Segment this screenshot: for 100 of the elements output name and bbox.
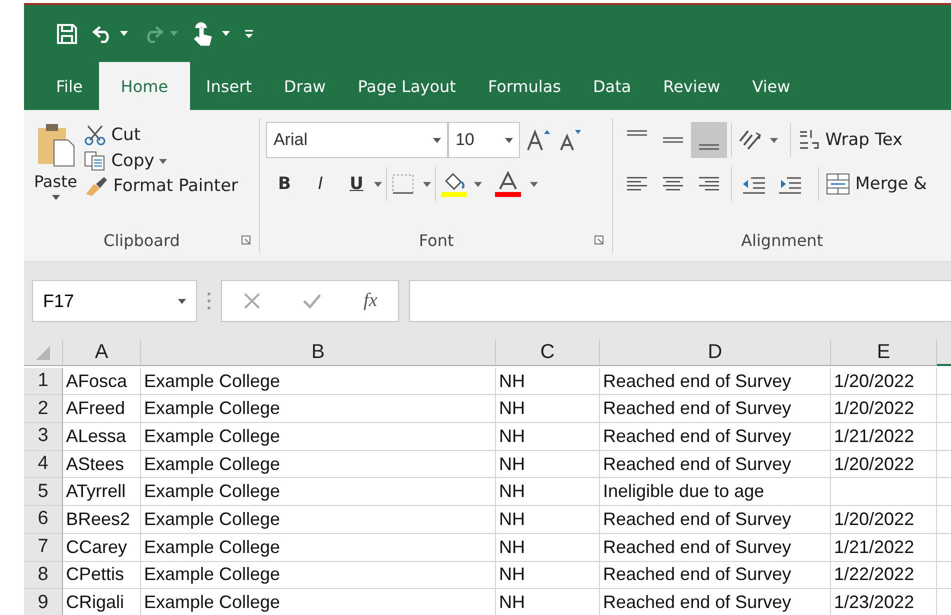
copy-icon xyxy=(84,151,106,171)
table-cell: 1/21/2022 xyxy=(831,534,937,562)
grow-font-icon[interactable] xyxy=(526,128,552,152)
caret-icon[interactable] xyxy=(474,182,482,186)
column-header[interactable] xyxy=(937,340,951,366)
table-cell: Reached end of Survey xyxy=(600,562,831,590)
align-icon xyxy=(698,144,720,150)
name-box[interactable]: F17 xyxy=(32,280,197,322)
italic-button[interactable]: I xyxy=(302,166,338,202)
triangle-icon xyxy=(36,346,50,360)
caret-icon[interactable] xyxy=(178,298,186,304)
save-icon[interactable] xyxy=(56,22,78,44)
font-color-icon[interactable] xyxy=(494,171,522,197)
row-header[interactable]: 1 xyxy=(24,368,63,396)
table-cell: Example College xyxy=(141,534,496,562)
ribbon-tab[interactable]: Insert xyxy=(190,62,268,110)
bold-button[interactable]: B xyxy=(266,166,302,202)
column-header[interactable]: B xyxy=(141,340,496,366)
font-size-field[interactable]: 10 xyxy=(448,122,520,158)
table-cell: ATyrrell xyxy=(63,478,141,506)
ribbon-tab[interactable]: View xyxy=(736,62,806,110)
row-header[interactable]: 9 xyxy=(24,589,63,615)
table-cell: Example College xyxy=(141,368,496,396)
copy-button[interactable]: Copy xyxy=(81,149,242,173)
column-header[interactable]: C xyxy=(496,340,600,366)
merge-button[interactable]: Merge & xyxy=(823,171,930,197)
table-cell: Ineligible due to age xyxy=(600,478,831,506)
table-cell: Reached end of Survey xyxy=(600,450,831,478)
wrap-text-button[interactable]: Wrap Tex xyxy=(795,127,906,153)
caret-icon[interactable] xyxy=(222,31,230,36)
caret-icon[interactable] xyxy=(52,195,60,200)
caret-icon[interactable] xyxy=(505,138,514,142)
row-header[interactable]: 3 xyxy=(24,423,63,451)
touch-icon[interactable] xyxy=(192,22,212,46)
caret-icon[interactable] xyxy=(159,158,168,164)
format-painter-button[interactable]: Format Painter xyxy=(81,174,242,198)
fill-color-icon[interactable] xyxy=(440,171,468,197)
table-cell: Reached end of Survey xyxy=(600,506,831,534)
merge-icon xyxy=(826,173,850,195)
dialog-launcher-icon[interactable] xyxy=(241,235,252,245)
ribbon-tab[interactable]: Formulas xyxy=(472,62,577,110)
dialog-launcher-icon[interactable] xyxy=(594,235,604,245)
table-cell: NH xyxy=(496,534,600,562)
table-cell: Reached end of Survey xyxy=(600,534,831,562)
column-header[interactable]: E xyxy=(831,340,937,366)
caret-icon[interactable] xyxy=(423,182,432,186)
ribbon-tab[interactable]: Home xyxy=(98,62,190,110)
ribbon-tab[interactable]: Draw xyxy=(268,62,342,110)
table-cell: AFosca xyxy=(63,368,141,396)
row-header[interactable]: 4 xyxy=(24,450,63,478)
caret-icon[interactable] xyxy=(374,182,382,186)
row-header[interactable]: 7 xyxy=(24,534,63,562)
column-header[interactable]: A xyxy=(63,340,141,366)
grip-icon xyxy=(207,291,211,311)
ribbon-tab[interactable]: Review xyxy=(647,62,736,110)
caret-icon[interactable] xyxy=(530,182,538,186)
row-header[interactable]: 5 xyxy=(24,478,63,506)
check-icon[interactable] xyxy=(302,293,322,309)
underline-button[interactable]: U xyxy=(338,166,374,202)
table-cell: AFreed xyxy=(63,395,141,424)
vertical-align-button[interactable] xyxy=(691,122,728,158)
table-cell: 1/20/2022 xyxy=(831,368,937,396)
shrink-font-icon[interactable] xyxy=(558,128,582,152)
group-label: Clipboard xyxy=(102,230,181,252)
clipboard-icon xyxy=(36,122,76,168)
table-cell: Example College xyxy=(141,506,496,534)
column-header[interactable]: D xyxy=(600,340,831,366)
row-header[interactable]: 6 xyxy=(24,506,63,534)
cut-button[interactable]: Cut xyxy=(81,122,242,148)
ribbon-tab[interactable]: File xyxy=(40,62,99,110)
table-cell: 1/22/2022 xyxy=(831,562,937,590)
table-cell: ALessa xyxy=(63,423,141,451)
row-header[interactable]: 2 xyxy=(24,395,63,424)
paste-button[interactable]: Paste xyxy=(30,122,82,227)
align-icon xyxy=(662,176,684,192)
font-name-field[interactable]: Arial xyxy=(266,122,448,158)
table-cell: BRees2 xyxy=(63,506,141,534)
table-cell: Example College xyxy=(141,395,496,424)
formula-input[interactable] xyxy=(409,280,951,322)
table-cell: Example College xyxy=(141,423,496,451)
borders-icon[interactable] xyxy=(391,173,416,195)
insert-function-button[interactable]: fx xyxy=(364,290,378,312)
ribbon-tab[interactable]: Page Layout xyxy=(342,62,472,110)
customize-icon[interactable] xyxy=(244,28,254,38)
table-cell: NH xyxy=(496,506,600,534)
caret-icon[interactable] xyxy=(433,138,442,142)
table-cell: NH xyxy=(496,368,600,396)
ribbon-tab[interactable]: Data xyxy=(576,62,648,110)
scissors-icon xyxy=(84,124,106,146)
group-label: Alignment xyxy=(740,230,824,252)
table-cell: Example College xyxy=(141,562,496,590)
table-cell: AStees xyxy=(63,450,141,478)
table-cell: NH xyxy=(496,423,600,451)
table-cell: Reached end of Survey xyxy=(600,423,831,451)
table-cell: NH xyxy=(496,395,600,424)
row-header[interactable]: 8 xyxy=(24,562,63,590)
align-icon xyxy=(626,130,648,136)
align-icon xyxy=(662,137,684,143)
caret-icon[interactable] xyxy=(770,138,778,142)
caret-icon[interactable] xyxy=(120,31,128,36)
